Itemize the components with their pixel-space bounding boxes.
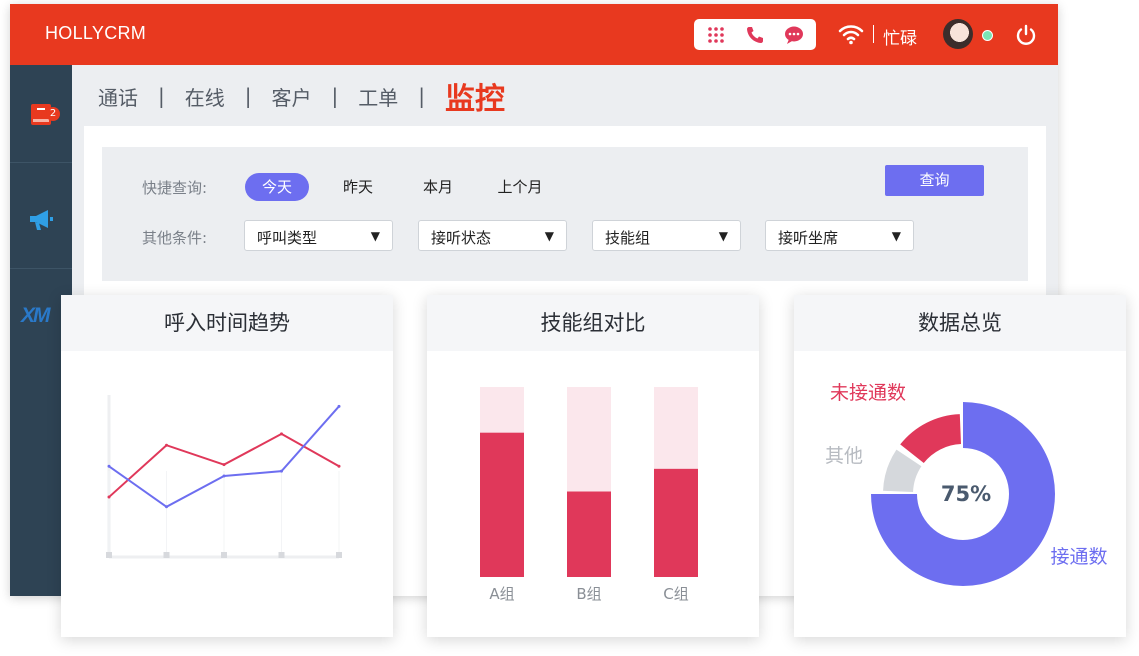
line-chart [106,395,342,559]
card-title: 数据总览 [794,295,1126,351]
other-conditions-label: 其他条件: [142,229,208,247]
category-label: B组 [576,585,601,603]
tab-customers[interactable]: 客户 [272,82,312,111]
stage: HOLLYCRM 忙碌 2 XM 通话 | 在线 | 客户 | 工单 | 监控 … [0,0,1139,656]
sidebar-item-book[interactable]: 2 [10,65,72,163]
x-tick [278,552,285,558]
data-point [165,443,168,447]
slice-label: 其他 [825,445,863,467]
select-value: 接听状态 [431,229,492,247]
tab-tickets[interactable]: 工单 [358,82,398,111]
category-label: C组 [663,585,688,603]
select-value: 技能组 [605,229,651,247]
quick-this-month[interactable]: 本月 [408,173,468,201]
donut-chart: 75% 接通数 其他 未接通数 [825,382,1108,586]
tab-separator: | [331,84,339,108]
caret-down-icon: ▼ [718,229,728,243]
caret-down-icon: ▼ [891,229,901,243]
data-point [107,464,111,468]
card-title: 呼入时间趋势 [61,295,393,351]
agent-status[interactable]: 忙碌 [883,24,917,49]
power-icon[interactable] [1014,23,1038,47]
overview-card: 数据总览 75% 接通数 其他 未接通数 [794,295,1126,637]
top-bar: HOLLYCRM 忙碌 [10,4,1058,65]
filter-panel: 快捷查询: 今天 昨天 本月 上个月 查询 其他条件: 呼叫类型 ▼ 接听状态 … [102,147,1028,281]
caret-down-icon: ▼ [370,229,380,243]
quick-query-label: 快捷查询: [142,179,208,197]
avatar[interactable] [943,19,973,49]
card-title: 技能组对比 [427,295,759,351]
caret-down-icon: ▼ [544,229,554,243]
data-point [222,474,226,478]
bar-chart: A组 B组 C组 [480,387,698,603]
data-point [280,432,283,436]
status-divider [873,25,874,43]
donut-slice [900,414,962,464]
xm-logo[interactable]: XM [21,304,50,328]
category-label: A组 [489,585,514,603]
slice-label: 接通数 [1050,546,1107,568]
bar-value [480,432,524,577]
sidebar-item-broadcast[interactable] [10,171,72,269]
bar-value [654,468,698,577]
x-tick [336,552,342,558]
agent-select[interactable]: 接听坐席 ▼ [765,220,914,251]
module-tabs: 通话 | 在线 | 客户 | 工单 | 监控 [98,74,505,118]
data-point [337,464,341,468]
data-point [165,505,168,509]
tab-monitor[interactable]: 监控 [445,74,505,118]
data-point [222,463,226,467]
answer-status-select[interactable]: 接听状态 ▼ [418,220,567,251]
bar-value [567,491,611,577]
bar-remainder [480,387,524,433]
tab-separator: | [418,84,425,108]
call-type-select[interactable]: 呼叫类型 ▼ [244,220,393,251]
online-indicator [982,30,993,41]
bar-remainder [654,387,698,469]
notification-badge: 2 [46,107,60,121]
center-percent: 75% [941,482,991,506]
bar-remainder [567,387,611,492]
chat-icon[interactable] [779,19,809,50]
data-point [280,469,283,473]
tab-online[interactable]: 在线 [185,82,225,111]
query-button[interactable]: 查询 [885,165,984,196]
trend-card: 呼入时间趋势 [61,295,393,637]
wifi-icon [838,25,864,45]
x-tick [163,552,170,558]
x-tick [221,552,227,558]
slice-label: 未接通数 [830,382,906,404]
tab-calls[interactable]: 通话 [98,82,138,111]
quick-today[interactable]: 今天 [245,173,309,201]
data-point [337,404,341,408]
data-point [107,495,111,499]
x-tick [106,552,112,558]
megaphone-icon [30,209,53,230]
dialpad-icon[interactable] [701,19,731,50]
tab-separator: | [244,84,252,108]
phone-icon[interactable] [740,19,770,50]
brand-logo: HOLLYCRM [45,23,147,43]
toolbox [694,19,816,50]
skill-card: 技能组对比 A组 B组 C组 [427,295,759,637]
tab-separator: | [158,84,165,108]
quick-last-month[interactable]: 上个月 [486,173,554,201]
skill-group-select[interactable]: 技能组 ▼ [592,220,741,251]
quick-yesterday[interactable]: 昨天 [328,173,388,201]
select-value: 呼叫类型 [257,229,318,247]
select-value: 接听坐席 [778,229,839,247]
